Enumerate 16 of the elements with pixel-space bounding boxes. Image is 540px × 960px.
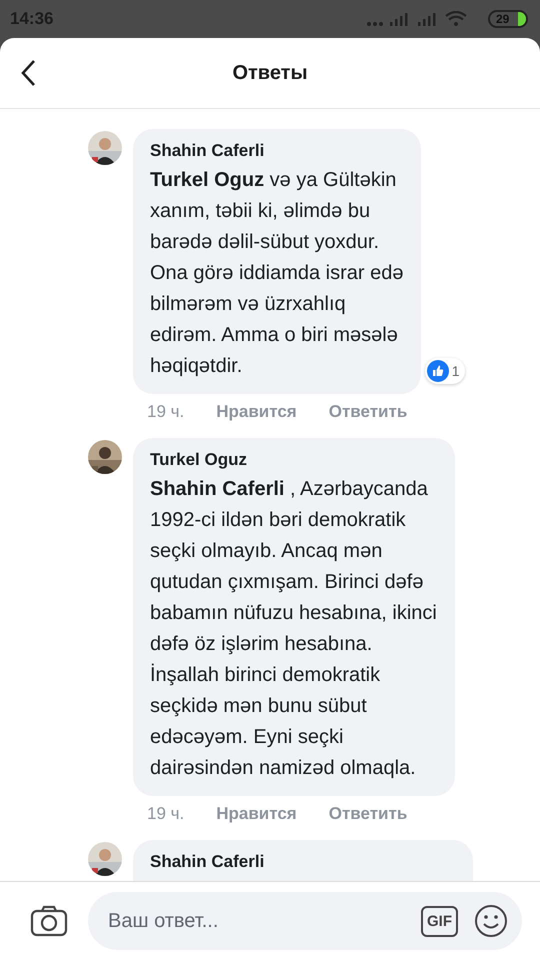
page-title: Ответы [232,62,308,84]
thumbs-up-icon [426,360,449,382]
back-icon[interactable] [20,59,36,87]
camera-icon[interactable] [30,905,68,937]
comment-author[interactable]: Turkel Oguz [150,450,437,470]
comment-author[interactable]: Shahin Caferli [150,852,455,872]
comment-time: 19 ч. [147,402,184,422]
comment-author[interactable]: Shahin Caferli [150,141,404,161]
comment-text: Turkel Oguz və ya Gültəkin xanım, təbii ki, əlimdə bu barədə dəlil-sübut yoxdur. Ona görə iddiamda israr edə bilmərəm və üzrxahlıq edirəm. Amma o biri məsələ həqiqətdir. [150,168,404,379]
gif-button[interactable]: GIF [421,906,458,936]
comment-text: Shahin Caferli , Azərbaycanda 1992-ci ildən bəri demokratik seçki olmayıb. Ancaq mən qutudan çıxmışam. Birinci dəfə babamın nüfuzu hesabına, ikinci dəfə öz işlərim hesabına. İnşallah birinci demokratik seçkidə mən bunu sübut edəcəyəm. Eyni seçki dairəsindən namizəd olmaqla. [150,477,437,781]
smiley-icon[interactable] [474,904,508,938]
reaction-badge[interactable]: 1 [424,358,466,384]
comment-time: 19 ч. [147,804,184,824]
reply-field[interactable]: Ваш ответ... GIF [88,892,522,950]
battery-icon: 29 [488,10,528,28]
